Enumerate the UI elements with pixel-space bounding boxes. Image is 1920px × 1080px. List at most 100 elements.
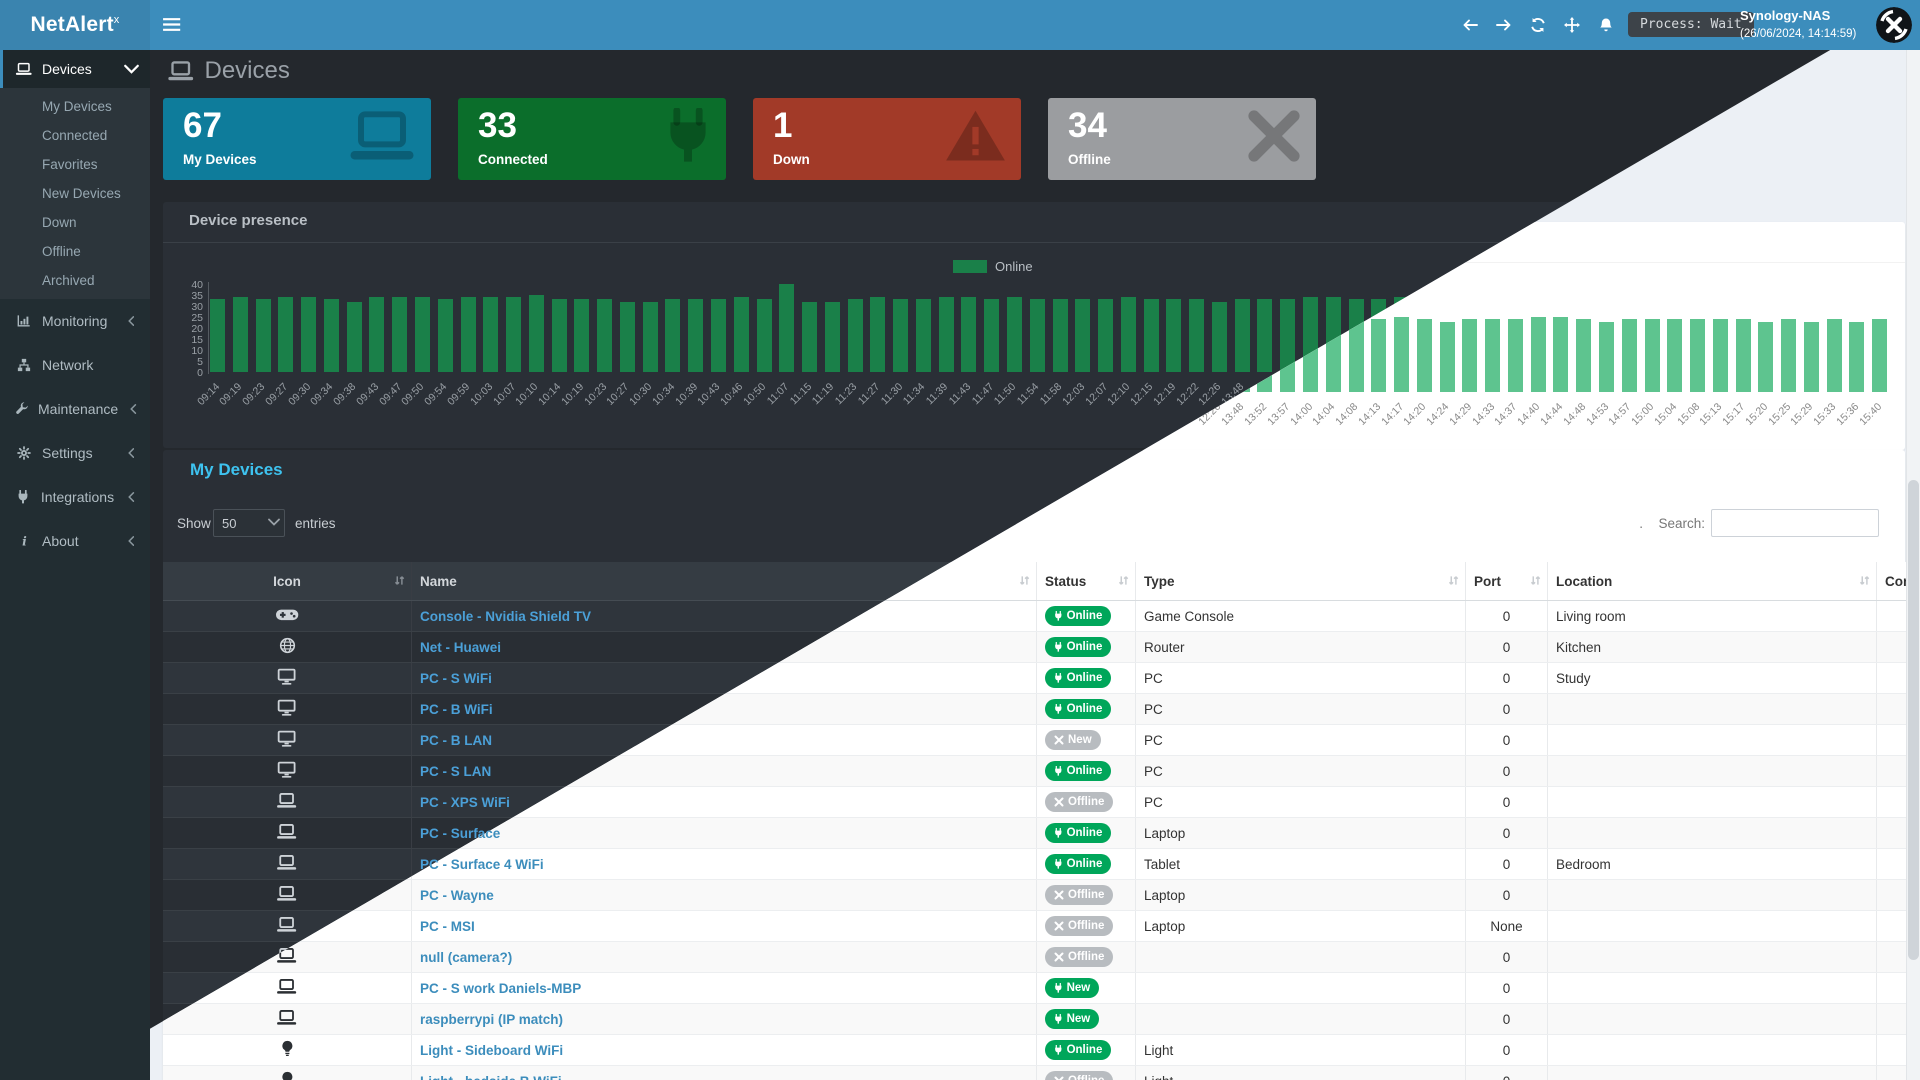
device-location-cell (1548, 694, 1877, 725)
summary-card-offline[interactable]: 34 Offline (1048, 98, 1316, 180)
x-small-icon (1054, 921, 1064, 931)
chevron-left-icon (122, 448, 140, 458)
sidebar-item-archived[interactable]: Archived (0, 266, 150, 295)
y-tick-label: 35 (171, 290, 203, 302)
device-icon-cell (163, 1035, 412, 1066)
chart-bar (961, 297, 976, 372)
device-name-link[interactable]: raspberrypi (IP match) (420, 1012, 563, 1027)
device-status-cell: Offline (1037, 880, 1136, 911)
device-location-cell (1548, 787, 1877, 818)
device-name-link[interactable]: PC - B LAN (420, 733, 492, 748)
sidebar-item-new-devices[interactable]: New Devices (0, 179, 150, 208)
search-input[interactable] (1711, 509, 1879, 537)
sidebar-item-label: Monitoring (42, 313, 113, 329)
sidebar-item-network[interactable]: Network (0, 343, 150, 387)
device-name-link[interactable]: Console - Nvidia Shield TV (420, 609, 591, 624)
device-name-link[interactable]: Light - bedside B WiFi (420, 1074, 562, 1080)
sidebar-item-down[interactable]: Down (0, 208, 150, 237)
sidebar-item-connected[interactable]: Connected (0, 121, 150, 150)
sidebar-item-label: Maintenance (38, 401, 118, 417)
x-small-icon (1054, 735, 1064, 745)
device-name-link[interactable]: PC - S WiFi (420, 671, 492, 686)
sidebar-toggle[interactable] (162, 17, 181, 32)
device-name-link[interactable]: Light - Sideboard WiFi (420, 1043, 563, 1058)
page-length-select[interactable]: 50 (213, 509, 285, 537)
device-name-link[interactable]: PC - Wayne (420, 888, 494, 903)
sidebar-item-offline[interactable]: Offline (0, 237, 150, 266)
gear-icon (15, 446, 33, 460)
sidebar-item-my-devices[interactable]: My Devices (0, 92, 150, 121)
summary-card-down[interactable]: 1 Down (753, 98, 1021, 180)
card-value: 67 (183, 106, 222, 146)
card-label: Down (773, 152, 810, 167)
bell-icon[interactable] (1598, 17, 1614, 33)
chevron-left-icon (123, 492, 140, 502)
sort-icon (1019, 574, 1030, 587)
device-type-cell: PC (1136, 663, 1466, 694)
device-name-link[interactable]: Net - Huawei (420, 640, 501, 655)
forward-icon[interactable] (1496, 17, 1512, 33)
entries-label: entries (295, 516, 336, 531)
chart-bar (1440, 322, 1455, 392)
scrollbar[interactable] (1906, 50, 1920, 1080)
brand-sup: x (114, 14, 120, 26)
device-icon-cell (163, 663, 412, 694)
chart-bar (1462, 319, 1477, 392)
sidebar-item-maintenance[interactable]: Maintenance (0, 387, 150, 431)
chevron-left-icon (122, 536, 140, 546)
host-name: Synology-NAS (1740, 7, 1856, 26)
sidebar-item-favorites[interactable]: Favorites (0, 150, 150, 179)
sidebar-item-monitoring[interactable]: Monitoring (0, 299, 150, 343)
chart-bar (1280, 299, 1295, 372)
device-name-link[interactable]: PC - MSI (420, 919, 475, 934)
device-name-cell: PC - S work Daniels-MBP (412, 973, 1037, 1004)
chart-bar (233, 297, 248, 372)
device-name-link[interactable]: PC - B WiFi (420, 702, 493, 717)
brand-logo[interactable]: NetAlertx (0, 0, 150, 50)
column-header-port[interactable]: Port (1466, 562, 1548, 601)
status-badge: Online (1045, 668, 1111, 688)
chart-bar (1030, 299, 1045, 372)
column-header-type[interactable]: Type (1136, 562, 1466, 601)
device-location-cell: Bedroom (1548, 849, 1877, 880)
y-tick-label: 5 (171, 356, 203, 368)
chart-bar (1667, 319, 1682, 392)
column-header-status[interactable]: Status (1037, 562, 1136, 601)
card-value: 34 (1068, 106, 1107, 146)
chart-bar (1166, 299, 1181, 372)
sidebar: Devices My DevicesConnectedFavoritesNew … (0, 50, 150, 1080)
device-status-cell: Offline (1037, 942, 1136, 973)
chart-bar (256, 299, 271, 372)
column-header-location[interactable]: Location (1548, 562, 1877, 601)
sidebar-item-integrations[interactable]: Integrations (0, 475, 150, 519)
laptop-icon (276, 823, 297, 840)
sidebar-item-label: About (42, 533, 113, 549)
chevron-down-icon (122, 64, 140, 74)
device-status-cell: Offline (1037, 911, 1136, 942)
summary-card-my-devices[interactable]: 67 My Devices (163, 98, 431, 180)
device-name-link[interactable]: PC - S LAN (420, 764, 491, 779)
avatar[interactable] (1876, 7, 1912, 43)
device-port-cell: 0 (1466, 818, 1548, 849)
device-name-link[interactable]: PC - XPS WiFi (420, 795, 510, 810)
plug-icon (15, 490, 32, 504)
back-icon[interactable] (1462, 17, 1478, 33)
chart-legend[interactable]: Online (953, 259, 1033, 274)
sidebar-item-settings[interactable]: Settings (0, 431, 150, 475)
sidebar-item-devices[interactable]: Devices (0, 50, 150, 88)
device-icon-cell (163, 694, 412, 725)
refresh-icon[interactable] (1530, 17, 1546, 33)
chart-bar (1053, 299, 1068, 372)
move-icon[interactable] (1564, 17, 1580, 33)
column-header-icon[interactable]: Icon (163, 562, 412, 601)
device-type-cell: Router (1136, 632, 1466, 663)
plug-icon (1054, 983, 1063, 993)
summary-card-connected[interactable]: 33 Connected (458, 98, 726, 180)
device-name-link[interactable]: null (camera?) (420, 950, 512, 965)
device-status-cell: Online (1037, 849, 1136, 880)
scrollbar-thumb[interactable] (1908, 480, 1919, 960)
device-name-link[interactable]: PC - S work Daniels-MBP (420, 981, 581, 996)
device-port-cell: 0 (1466, 880, 1548, 911)
chart-title: Device presence (189, 212, 307, 229)
sidebar-item-about[interactable]: iAbout (0, 519, 150, 563)
